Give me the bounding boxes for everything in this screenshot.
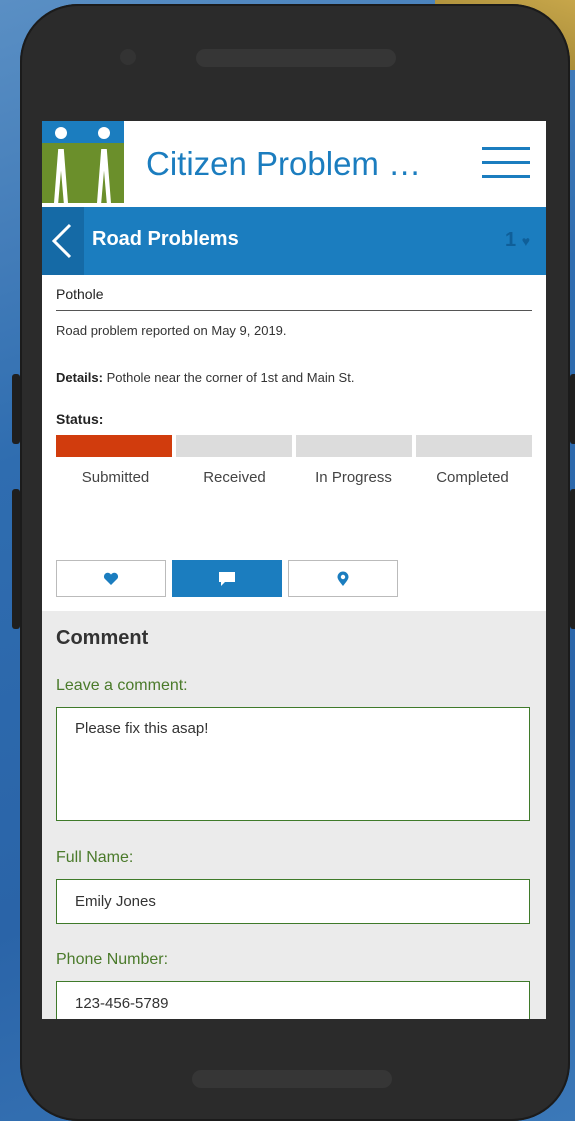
details-text: Pothole near the corner of 1st and Main … xyxy=(102,370,355,385)
heart-icon: ♥ xyxy=(521,233,530,249)
status-steps: Submitted Received In Progress Completed xyxy=(56,469,532,486)
reported-date: Road problem reported on May 9, 2019. xyxy=(56,323,287,338)
like-count-value: 1 xyxy=(505,229,517,251)
status-step-label: Completed xyxy=(436,469,509,486)
app-logo xyxy=(42,121,124,203)
phone-side-button xyxy=(570,374,575,444)
location-pin-icon xyxy=(337,571,349,586)
phone-side-button xyxy=(12,374,20,444)
back-button[interactable] xyxy=(42,207,84,275)
phone-number-label: Phone Number: xyxy=(56,951,169,968)
comment-title: Comment xyxy=(56,627,149,649)
status-progress xyxy=(56,435,532,457)
page-title: Road Problems xyxy=(92,228,239,250)
camera-icon xyxy=(120,49,136,65)
app-title: Citizen Problem … xyxy=(146,145,422,182)
comment-icon xyxy=(219,571,235,586)
problem-details-line: Details: Pothole near the corner of 1st … xyxy=(56,370,532,385)
status-bar-received xyxy=(176,435,292,457)
full-name-label: Full Name: xyxy=(56,849,134,866)
status-bar-submitted xyxy=(56,435,172,457)
phone-side-button xyxy=(570,489,575,629)
hamburger-menu-icon[interactable] xyxy=(482,147,530,179)
comment-section: Comment Leave a comment: Please fix this… xyxy=(42,611,546,1019)
phone-side-button xyxy=(12,489,20,629)
heart-icon xyxy=(103,572,119,585)
status-label: Status: xyxy=(56,411,104,427)
phone-speaker xyxy=(196,49,396,67)
phone-frame: Citizen Problem … Road Problems 1 ♥ Poth… xyxy=(12,4,575,1121)
status-bar-in-progress xyxy=(296,435,412,457)
phone-home-bar xyxy=(192,1070,392,1088)
problem-title: Pothole xyxy=(56,275,532,311)
status-step-label: Submitted xyxy=(81,469,150,486)
phone-number-field[interactable] xyxy=(56,981,530,1019)
page-header: Road Problems 1 ♥ xyxy=(42,207,546,275)
tab-like[interactable] xyxy=(56,560,166,597)
detail-tabs xyxy=(56,560,398,597)
chevron-left-icon xyxy=(51,223,72,259)
like-count[interactable]: 1 ♥ xyxy=(505,229,530,252)
tab-comment[interactable] xyxy=(172,560,282,597)
comment-textarea[interactable]: Please fix this asap! xyxy=(56,707,530,821)
status-step-label: Received xyxy=(203,469,266,486)
problem-details: Pothole Road problem reported on May 9, … xyxy=(56,275,532,486)
status-bar-completed xyxy=(416,435,532,457)
status-step-label: In Progress xyxy=(315,469,392,486)
app-header: Citizen Problem … xyxy=(42,121,546,203)
tab-location[interactable] xyxy=(288,560,398,597)
details-label: Details: xyxy=(56,370,103,385)
app-screen: Citizen Problem … Road Problems 1 ♥ Poth… xyxy=(42,121,546,1019)
full-name-field[interactable] xyxy=(56,879,530,924)
comment-label: Leave a comment: xyxy=(56,677,188,694)
